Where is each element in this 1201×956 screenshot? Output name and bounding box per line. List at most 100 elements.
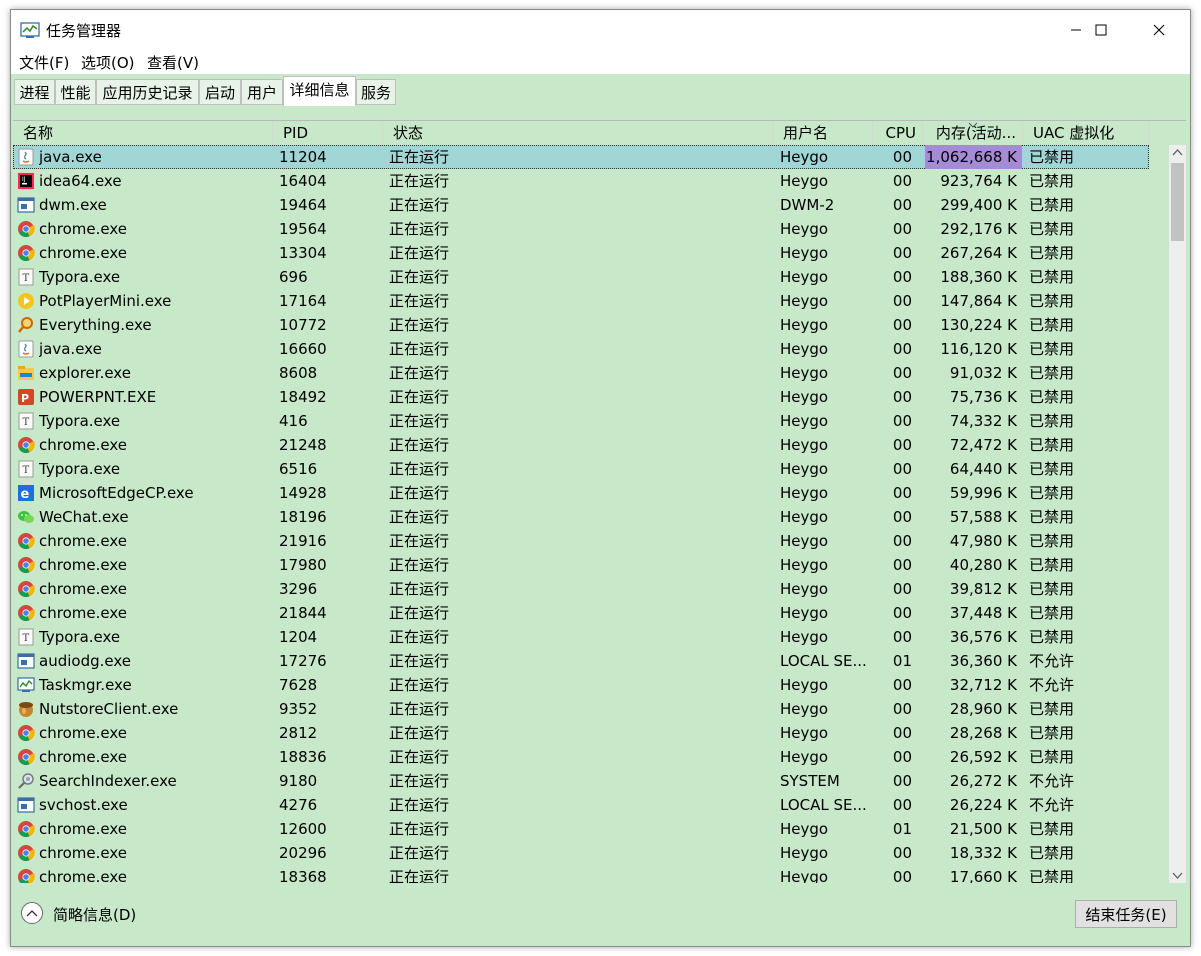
- process-name: idea64.exe: [39, 172, 122, 190]
- table-row[interactable]: chrome.exe 12600 正在运行 Heygo 01 21,500 K 已禁用: [13, 817, 1149, 841]
- column-header-pid[interactable]: PID: [273, 121, 383, 145]
- close-button[interactable]: [1136, 10, 1182, 50]
- process-username: Heygo: [780, 268, 829, 286]
- process-uac: 已禁用: [1029, 244, 1075, 262]
- column-header-status[interactable]: 状态: [383, 121, 773, 145]
- table-row[interactable]: chrome.exe 3296 正在运行 Heygo 00 39,812 K 已禁用: [13, 577, 1149, 601]
- column-header-username[interactable]: 用户名: [773, 121, 873, 145]
- table-row[interactable]: chrome.exe 21844 正在运行 Heygo 00 37,448 K 已禁用: [13, 601, 1149, 625]
- table-row[interactable]: T Typora.exe 6516 正在运行 Heygo 00 64,440 K 已禁用: [13, 457, 1149, 481]
- scroll-up-icon[interactable]: [1169, 145, 1186, 161]
- process-uac: 已禁用: [1029, 172, 1075, 190]
- column-header-uac[interactable]: UAC 虚拟化: [1023, 121, 1149, 145]
- process-status: 正在运行: [389, 772, 450, 790]
- fewer-details-link[interactable]: 简略信息(D): [53, 904, 136, 925]
- menu-options[interactable]: 选项(O): [81, 52, 135, 73]
- table-row[interactable]: T Typora.exe 696 正在运行 Heygo 00 188,360 K 已禁用: [13, 265, 1149, 289]
- table-row[interactable]: e MicrosoftEdgeCP.exe 14928 正在运行 Heygo 00 59,9…: [13, 481, 1149, 505]
- tab-users[interactable]: 用户: [241, 79, 283, 105]
- process-username: DWM-2: [780, 196, 835, 214]
- process-memory: 21,500 K: [949, 820, 1017, 838]
- sort-descending-icon: [968, 122, 978, 128]
- process-memory: 292,176 K: [940, 220, 1017, 238]
- tab-performance[interactable]: 性能: [55, 79, 96, 105]
- table-row[interactable]: java.exe 11204 正在运行 Heygo 00 1,062,668 K 已禁用: [13, 145, 1149, 169]
- process-name: Typora.exe: [39, 412, 121, 430]
- table-row[interactable]: svchost.exe 4276 正在运行 LOCAL SE... 00 26,224 K…: [13, 793, 1149, 817]
- process-uac: 已禁用: [1029, 316, 1075, 334]
- chevron-up-icon[interactable]: [21, 902, 43, 924]
- table-row[interactable]: chrome.exe 18368 正在运行 Heygo 00 17,660 K 已禁用: [13, 865, 1149, 883]
- table-row[interactable]: chrome.exe 2812 正在运行 Heygo 00 28,268 K 已禁用: [13, 721, 1149, 745]
- table-row[interactable]: java.exe 16660 正在运行 Heygo 00 116,120 K 已禁用: [13, 337, 1149, 361]
- table-row[interactable]: chrome.exe 21248 正在运行 Heygo 00 72,472 K 已禁用: [13, 433, 1149, 457]
- process-pid: 21844: [279, 604, 327, 622]
- vertical-scrollbar[interactable]: [1169, 145, 1186, 883]
- tab-processes[interactable]: 进程: [14, 79, 55, 105]
- process-uac: 已禁用: [1029, 220, 1075, 238]
- process-memory: 32,712 K: [949, 676, 1017, 694]
- tab-services[interactable]: 服务: [356, 79, 396, 105]
- table-row[interactable]: chrome.exe 13304 正在运行 Heygo 00 267,264 K 已禁用: [13, 241, 1149, 265]
- table-row[interactable]: IJ idea64.exe 16404 正在运行 Heygo 00 923,764 K 已禁用: [13, 169, 1149, 193]
- maximize-button[interactable]: [1078, 10, 1124, 50]
- process-pid: 18836: [279, 748, 327, 766]
- process-memory: 1,062,668 K: [925, 145, 1022, 169]
- table-row[interactable]: explorer.exe 8608 正在运行 Heygo 00 91,032 K 已禁用: [13, 361, 1149, 385]
- menu-view[interactable]: 查看(V): [147, 52, 199, 73]
- chrome-icon: [18, 869, 35, 883]
- process-pid: 696: [279, 268, 308, 286]
- table-row[interactable]: Everything.exe 10772 正在运行 Heygo 00 130,224 K 已…: [13, 313, 1149, 337]
- process-username: Heygo: [780, 148, 829, 166]
- process-username: Heygo: [780, 628, 829, 646]
- column-header-cpu[interactable]: CPU: [873, 121, 923, 145]
- tab-startup[interactable]: 启动: [199, 79, 241, 105]
- table-row[interactable]: P POWERPNT.EXE 18492 正在运行 Heygo 00 75,736 K 已禁用: [13, 385, 1149, 409]
- tab-app-history[interactable]: 应用历史记录: [96, 79, 199, 105]
- table-row[interactable]: NutstoreClient.exe 9352 正在运行 Heygo 00 28,960 …: [13, 697, 1149, 721]
- table-row[interactable]: WeChat.exe 18196 正在运行 Heygo 00 57,588 K 已禁用: [13, 505, 1149, 529]
- process-username: Heygo: [780, 580, 829, 598]
- table-row[interactable]: chrome.exe 19564 正在运行 Heygo 00 292,176 K 已禁用: [13, 217, 1149, 241]
- process-name: audiodg.exe: [39, 652, 131, 670]
- window-title: 任务管理器: [46, 22, 122, 40]
- table-row[interactable]: chrome.exe 21916 正在运行 Heygo 00 47,980 K 已禁用: [13, 529, 1149, 553]
- process-cpu: 00: [892, 460, 912, 478]
- table-row[interactable]: SearchIndexer.exe 9180 正在运行 SYSTEM 00 26,272 …: [13, 769, 1149, 793]
- menu-file[interactable]: 文件(F): [19, 52, 69, 73]
- chrome-icon: [18, 557, 35, 573]
- chrome-icon: [18, 221, 35, 237]
- table-row[interactable]: T Typora.exe 416 正在运行 Heygo 00 74,332 K 已禁用: [13, 409, 1149, 433]
- process-cpu: 00: [892, 700, 912, 718]
- table-row[interactable]: dwm.exe 19464 正在运行 DWM-2 00 299,400 K 已禁用: [13, 193, 1149, 217]
- end-task-button[interactable]: 结束任务(E): [1075, 900, 1177, 928]
- svg-text:T: T: [23, 417, 30, 428]
- process-status: 正在运行: [389, 340, 450, 358]
- table-row[interactable]: T Typora.exe 1204 正在运行 Heygo 00 36,576 K 已禁用: [13, 625, 1149, 649]
- process-cpu: 00: [892, 796, 912, 814]
- process-uac: 已禁用: [1029, 700, 1075, 718]
- title-bar[interactable]: 任务管理器: [11, 10, 1190, 50]
- process-pid: 11204: [279, 148, 327, 166]
- typora-icon: T: [18, 460, 34, 478]
- table-row[interactable]: audiodg.exe 17276 正在运行 LOCAL SE... 01 36,360 …: [13, 649, 1149, 673]
- process-memory: 75,736 K: [949, 388, 1017, 406]
- process-cpu: 00: [892, 484, 912, 502]
- tab-details[interactable]: 详细信息: [283, 76, 356, 106]
- process-username: Heygo: [780, 316, 829, 334]
- scrollbar-thumb[interactable]: [1171, 163, 1184, 241]
- table-row[interactable]: chrome.exe 20296 正在运行 Heygo 00 18,332 K 已禁用: [13, 841, 1149, 865]
- process-name: chrome.exe: [39, 604, 127, 622]
- process-status: 正在运行: [389, 796, 450, 814]
- table-row[interactable]: chrome.exe 18836 正在运行 Heygo 00 26,592 K 已禁用: [13, 745, 1149, 769]
- process-cpu: 00: [892, 364, 912, 382]
- table-row[interactable]: PotPlayerMini.exe 17164 正在运行 Heygo 00 147,864…: [13, 289, 1149, 313]
- column-header-name[interactable]: 名称: [13, 121, 273, 145]
- process-pid: 17276: [279, 652, 327, 670]
- process-name: explorer.exe: [39, 364, 131, 382]
- scroll-down-icon[interactable]: [1169, 867, 1186, 883]
- process-uac: 已禁用: [1029, 748, 1075, 766]
- table-row[interactable]: chrome.exe 17980 正在运行 Heygo 00 40,280 K 已禁用: [13, 553, 1149, 577]
- process-cpu: 00: [892, 844, 912, 862]
- table-row[interactable]: Taskmgr.exe 7628 正在运行 Heygo 00 32,712 K 不允许: [13, 673, 1149, 697]
